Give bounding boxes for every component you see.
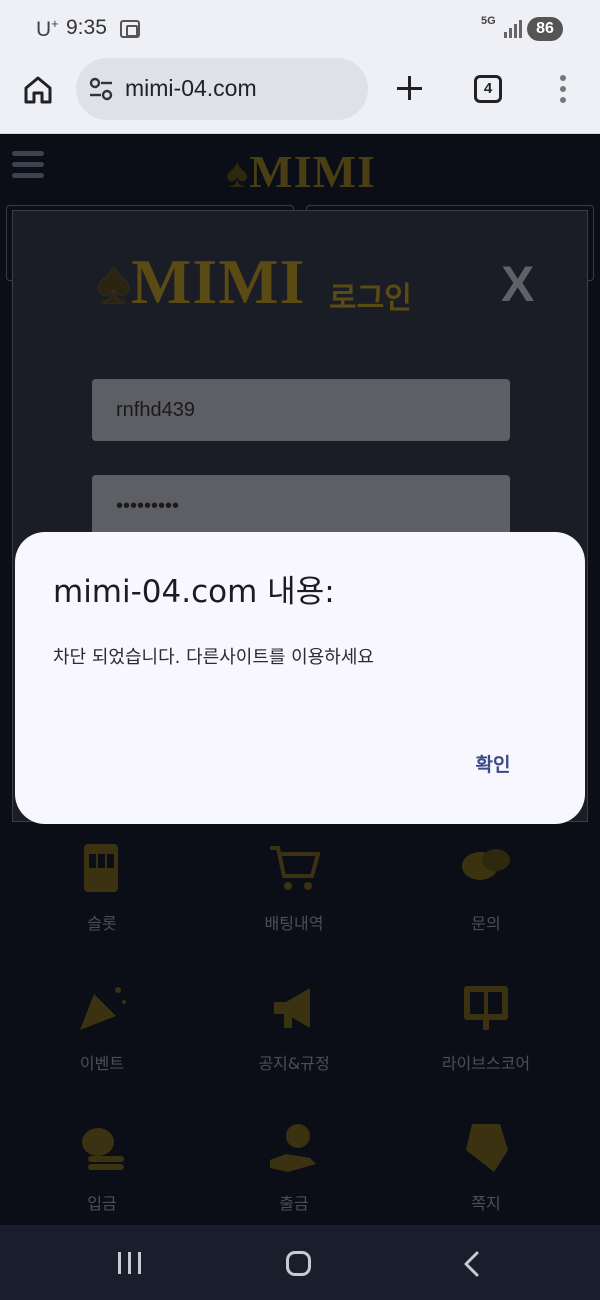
menu-item-label: 공지&규정	[258, 1054, 330, 1073]
slot-machine-icon	[84, 844, 118, 892]
menu-item-live-score[interactable]: 라이브스코어	[391, 980, 581, 1110]
home-button-icon[interactable]	[286, 1251, 311, 1276]
login-logo: ♠MIMI	[97, 246, 306, 317]
login-title: 로그인	[329, 281, 412, 316]
battery-level: 86	[527, 17, 563, 41]
menu-item-deposit[interactable]: 입금	[7, 1120, 197, 1225]
menu-item-label: 쪽지	[471, 1194, 501, 1213]
address-bar[interactable]: mimi-04.com	[76, 58, 368, 120]
hand-coin-icon	[270, 1124, 316, 1172]
hamburger-menu-icon[interactable]	[12, 151, 44, 179]
menu-item-label: 라이브스코어	[441, 1054, 531, 1073]
menu-item-bet-history[interactable]: 배팅내역	[199, 840, 389, 970]
close-icon[interactable]: X	[501, 255, 534, 313]
screen-capture-icon	[120, 20, 140, 38]
menu-item-label: 문의	[471, 914, 501, 933]
menu-item-withdraw[interactable]: 출금	[199, 1120, 389, 1225]
site-logo[interactable]: ♠MIMI	[226, 145, 376, 198]
clock: 9:35	[66, 16, 107, 39]
password-field[interactable]: •••••••••	[92, 475, 510, 537]
back-icon[interactable]	[461, 1251, 485, 1277]
alert-message: 차단 되었습니다. 다른사이트를 이용하세요	[53, 647, 374, 668]
party-popper-icon	[80, 987, 126, 1030]
ok-button[interactable]: 확인	[463, 748, 523, 782]
coins-icon	[82, 1128, 124, 1170]
menu-item-slot[interactable]: 슬롯	[7, 840, 197, 970]
alert-title: mimi-04.com 내용:	[53, 574, 335, 610]
status-bar: U+ 9:35 5G 86	[0, 0, 600, 58]
carrier-label: U+	[36, 16, 59, 41]
chat-bubbles-icon	[462, 849, 510, 880]
menu-item-label: 슬롯	[87, 914, 117, 933]
username-field[interactable]: rnfhd439	[92, 379, 510, 441]
alert-dialog: mimi-04.com 내용: 차단 되었습니다. 다른사이트를 이용하세요 확…	[15, 532, 585, 824]
home-icon[interactable]	[22, 74, 54, 106]
site-settings-icon[interactable]	[88, 76, 114, 102]
more-menu-icon[interactable]	[559, 75, 567, 103]
url-text: mimi-04.com	[125, 75, 257, 101]
browser-toolbar: mimi-04.com 4	[0, 58, 600, 134]
tab-switcher-button[interactable]: 4	[474, 75, 502, 103]
network-type-icon: 5G	[481, 15, 496, 27]
system-nav-bar	[0, 1225, 600, 1300]
spade-icon: ♠	[97, 249, 131, 317]
scoreboard-icon	[464, 986, 508, 1030]
recent-apps-icon[interactable]	[118, 1252, 142, 1274]
menu-item-message[interactable]: 쪽지	[391, 1120, 581, 1225]
envelope-icon	[466, 1124, 508, 1172]
menu-item-label: 출금	[279, 1194, 309, 1213]
menu-item-label: 이벤트	[79, 1054, 125, 1073]
menu-item-inquiry[interactable]: 문의	[391, 840, 581, 970]
cart-icon	[270, 846, 321, 890]
signal-strength-icon	[504, 20, 522, 38]
spade-icon: ♠	[226, 151, 250, 197]
new-tab-button[interactable]	[394, 72, 426, 104]
menu-item-label: 배팅내역	[264, 914, 324, 933]
menu-item-label: 입금	[87, 1194, 117, 1213]
megaphone-icon	[274, 988, 310, 1028]
menu-item-event[interactable]: 이벤트	[7, 980, 197, 1110]
menu-item-notice[interactable]: 공지&규정	[199, 980, 389, 1110]
